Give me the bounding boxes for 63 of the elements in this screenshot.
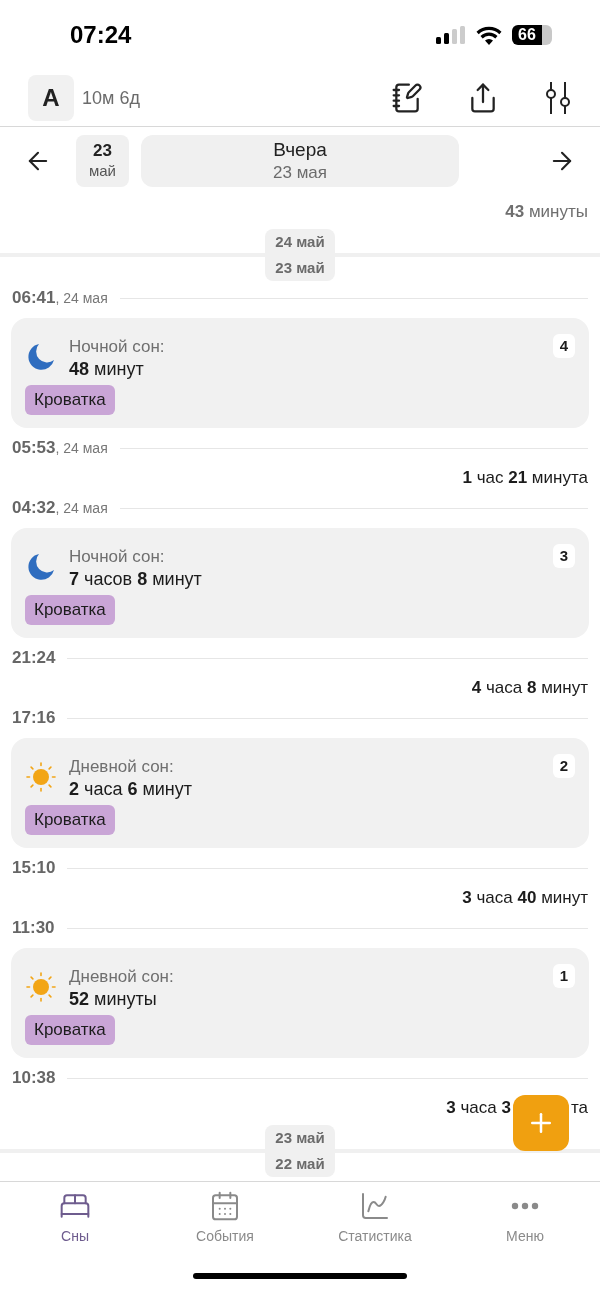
notes-icon[interactable] — [391, 82, 423, 114]
location-tag: Кроватка — [25, 805, 115, 835]
sun-icon — [25, 971, 57, 1003]
calendar-icon — [209, 1189, 241, 1222]
status-time: 07:24 — [70, 20, 132, 50]
time-label: 15:10 — [12, 857, 56, 880]
more-icon — [511, 1201, 539, 1210]
time-label: 04:32, 24 мая — [12, 497, 108, 520]
time-label: 21:24 — [12, 647, 56, 670]
signal-icon — [436, 26, 466, 44]
location-tag: Кроватка — [25, 385, 115, 415]
tab[interactable]: Сны — [0, 1189, 150, 1247]
moon-icon — [25, 341, 57, 373]
date-text: 23 май — [275, 258, 325, 278]
time-label: 05:53, 24 мая — [12, 437, 108, 460]
sun-icon — [25, 761, 57, 793]
date-text: 23 май — [275, 1128, 325, 1148]
tab[interactable]: События — [150, 1189, 300, 1247]
duration-text: 3 часа 40 минут — [462, 887, 588, 910]
number-badge: 2 — [553, 754, 575, 778]
time-label: 11:30 — [12, 917, 55, 940]
date-title: Вчера — [273, 138, 327, 161]
wifi-icon — [476, 25, 502, 45]
sleep-duration: 48 минут — [69, 358, 145, 381]
sleep-duration: 52 минуты — [69, 988, 158, 1011]
sleep-type-label: Ночной сон: — [69, 336, 165, 358]
battery-level: 66 — [512, 25, 542, 45]
moon-icon — [25, 551, 57, 583]
duration-text: 3 часа 3 — [446, 1097, 511, 1120]
number-badge: 3 — [553, 544, 575, 568]
duration-text: та — [570, 1097, 588, 1120]
battery-empty-part — [542, 25, 552, 45]
time-label: 06:41, 24 мая — [12, 287, 108, 310]
sleep-duration: 2 часа 6 минут — [69, 778, 193, 801]
date-chip[interactable]: 23 май — [76, 135, 129, 187]
tab[interactable]: Меню — [450, 1189, 600, 1247]
age-text: 10м 6д — [82, 86, 140, 110]
time-label: 17:16 — [12, 707, 56, 730]
sleep-type-label: Ночной сон: — [69, 546, 166, 568]
tab[interactable]: Статистика — [300, 1189, 450, 1247]
location-tag: Кроватка — [25, 1015, 115, 1045]
duration-text: 43 минуты — [505, 201, 588, 224]
date-text: 24 май — [275, 232, 325, 252]
number-badge: 4 — [553, 334, 575, 358]
chip-month: май — [88, 161, 116, 181]
sleep-duration: 7 часов 8 минут — [69, 568, 202, 591]
sliders-icon[interactable] — [544, 81, 572, 115]
chip-day: 23 — [93, 141, 112, 161]
sleep-type-label: Дневной сон: — [69, 756, 175, 778]
date-selector[interactable]: Вчера 23 мая — [141, 135, 459, 187]
sleep-type-label: Дневной сон: — [69, 966, 174, 988]
sleep-card[interactable]: Ночной сон: 48 минут Кроватка 4 — [11, 318, 589, 428]
duration-text: 1 час 21 минута — [462, 467, 588, 490]
avatar[interactable]: A — [28, 75, 74, 121]
sleep-card[interactable]: Дневной сон: 52 минуты Кроватка 1 — [11, 948, 589, 1058]
time-label: 10:38 — [12, 1067, 56, 1090]
location-tag: Кроватка — [25, 595, 115, 625]
number-badge: 1 — [553, 964, 575, 988]
duration-text: 4 часа 8 минут — [471, 677, 588, 700]
date-subtitle: 23 мая — [273, 162, 327, 184]
sleep-card[interactable]: Ночной сон: 7 часов 8 минут Кроватка 3 — [11, 528, 589, 638]
sleep-card[interactable]: Дневной сон: 2 часа 6 минут Кроватка 2 — [11, 738, 589, 848]
date-text: 22 май — [275, 1154, 325, 1174]
